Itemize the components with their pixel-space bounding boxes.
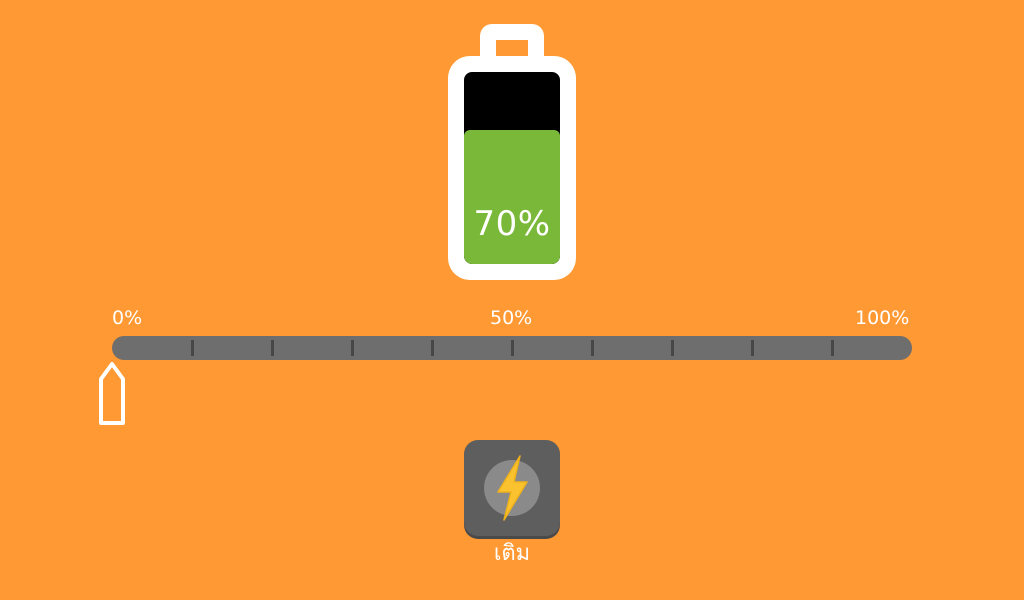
slider-tick	[191, 340, 194, 356]
lightning-bolt-icon	[484, 455, 540, 521]
charge-slider-track[interactable]	[112, 336, 912, 360]
battery-frame: 70%	[448, 56, 576, 280]
slider-tick	[831, 340, 834, 356]
slider-tick	[751, 340, 754, 356]
battery-percent-label: 70%	[473, 204, 551, 244]
slider-tick	[351, 340, 354, 356]
slider-max-label: 100%	[855, 307, 910, 329]
slider-pointer-icon	[99, 362, 125, 425]
slider-min-label: 0%	[112, 307, 143, 329]
slider-tick	[431, 340, 434, 356]
charge-button-label: เติม	[493, 541, 531, 566]
slider-mid-label: 50%	[490, 307, 533, 329]
battery-empty-area: 70%	[464, 72, 560, 264]
charge-button[interactable]	[464, 440, 560, 536]
slider-tick	[271, 340, 274, 356]
slider-tick	[511, 340, 514, 356]
slider-tick	[591, 340, 594, 356]
slider-tick	[671, 340, 674, 356]
charge-slider-thumb[interactable]	[97, 361, 127, 425]
